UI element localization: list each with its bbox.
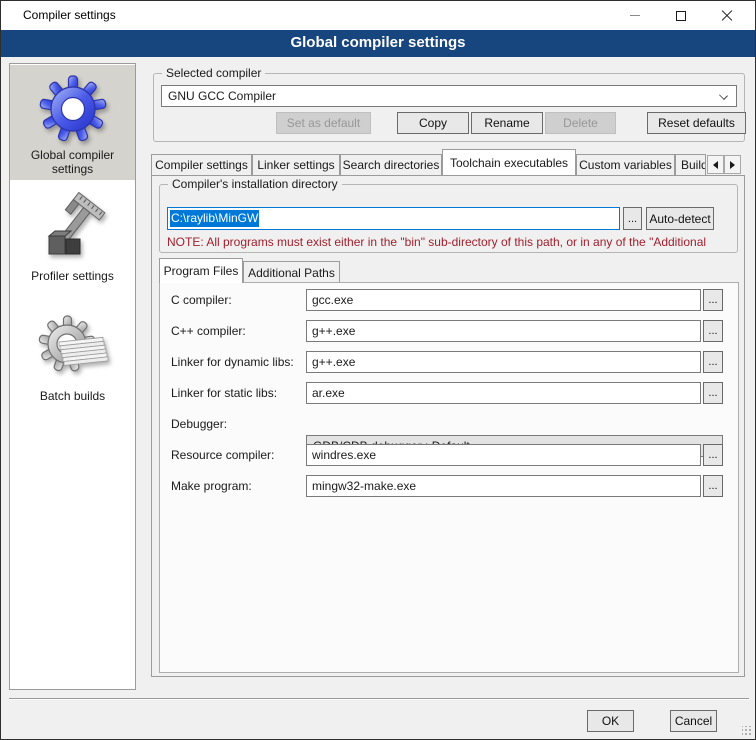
- dialog-header: Global compiler settings: [1, 30, 755, 57]
- sidebar-item-label: Profiler settings: [31, 269, 114, 283]
- rename-button[interactable]: Rename: [471, 112, 543, 134]
- linker-static-value: ar.exe: [312, 386, 345, 400]
- gray-gear-stack-icon: [37, 312, 109, 384]
- subtab-program-files[interactable]: Program Files: [159, 258, 243, 283]
- compiler-select[interactable]: GNU GCC Compiler: [161, 85, 737, 107]
- sidebar-item-batch-builds[interactable]: Batch builds: [10, 308, 135, 428]
- caliper-icon: [37, 192, 109, 264]
- bin-subdirectory-note: NOTE: All programs must exist either in …: [167, 235, 746, 250]
- c-compiler-input[interactable]: gcc.exe: [306, 289, 701, 311]
- window-title: Compiler settings: [23, 1, 116, 30]
- copy-button[interactable]: Copy: [397, 112, 469, 134]
- delete-button[interactable]: Delete: [545, 112, 616, 134]
- minimize-icon: [630, 15, 640, 16]
- resize-grip[interactable]: [742, 726, 752, 736]
- arrow-left-icon: [713, 161, 718, 169]
- tab-build-options[interactable]: Build options: [675, 154, 706, 175]
- installation-directory-browse-button[interactable]: ...: [623, 207, 642, 230]
- set-as-default-button[interactable]: Set as default: [276, 112, 371, 134]
- make-program-browse-button[interactable]: ...: [703, 475, 723, 497]
- make-program-value: mingw32-make.exe: [312, 479, 416, 493]
- resource-compiler-input[interactable]: windres.exe: [306, 444, 701, 466]
- cancel-button[interactable]: Cancel: [670, 710, 717, 732]
- compiler-select-value: GNU GCC Compiler: [168, 89, 276, 103]
- reset-defaults-button[interactable]: Reset defaults: [647, 112, 746, 134]
- c-compiler-browse-button[interactable]: ...: [703, 289, 723, 311]
- auto-detect-button[interactable]: Auto-detect: [646, 207, 714, 230]
- sidebar-item-label: Global compiler settings: [18, 148, 128, 176]
- sidebar-item-global-compiler-settings[interactable]: Global compiler settings: [10, 65, 135, 180]
- arrow-right-icon: [730, 161, 735, 169]
- tab-scroll-right-button[interactable]: [724, 155, 741, 174]
- blue-gear-icon: [37, 71, 109, 143]
- make-program-input[interactable]: mingw32-make.exe: [306, 475, 701, 497]
- minimize-button[interactable]: [612, 1, 658, 30]
- installation-directory-input[interactable]: C:\raylib\MinGW: [167, 207, 620, 230]
- installation-directory-value: C:\raylib\MinGW: [170, 210, 259, 227]
- settings-category-list: Global compiler settings Profi: [9, 63, 136, 690]
- tab-search-directories[interactable]: Search directories: [340, 154, 442, 175]
- close-icon: [721, 10, 733, 22]
- sidebar-item-profiler-settings[interactable]: Profiler settings: [10, 184, 135, 308]
- selected-compiler-legend: Selected compiler: [162, 66, 265, 81]
- cpp-compiler-value: g++.exe: [312, 324, 355, 338]
- tab-toolchain-executables[interactable]: Toolchain executables: [442, 149, 576, 175]
- resource-compiler-browse-button[interactable]: ...: [703, 444, 723, 466]
- tab-compiler-settings[interactable]: Compiler settings: [151, 154, 252, 175]
- chevron-down-icon: [719, 91, 728, 100]
- tab-custom-variables[interactable]: Custom variables: [576, 154, 675, 175]
- c-compiler-label: C compiler:: [171, 292, 232, 308]
- linker-static-label: Linker for static libs:: [171, 385, 277, 401]
- subtab-additional-paths[interactable]: Additional Paths: [243, 261, 340, 283]
- footer-divider: [9, 698, 749, 700]
- ok-button[interactable]: OK: [587, 710, 634, 732]
- linker-dynamic-label: Linker for dynamic libs:: [171, 354, 294, 370]
- debugger-label: Debugger:: [171, 416, 227, 432]
- make-program-label: Make program:: [171, 478, 252, 494]
- linker-static-browse-button[interactable]: ...: [703, 382, 723, 404]
- tab-linker-settings[interactable]: Linker settings: [252, 154, 340, 175]
- linker-static-input[interactable]: ar.exe: [306, 382, 701, 404]
- linker-dynamic-browse-button[interactable]: ...: [703, 351, 723, 373]
- compiler-settings-window: Compiler settings Global compiler settin…: [0, 0, 756, 740]
- maximize-button[interactable]: [658, 1, 704, 30]
- cpp-compiler-input[interactable]: g++.exe: [306, 320, 701, 342]
- resource-compiler-value: windres.exe: [312, 448, 376, 462]
- c-compiler-value: gcc.exe: [312, 293, 353, 307]
- installation-directory-legend: Compiler's installation directory: [168, 177, 342, 192]
- maximize-icon: [676, 11, 686, 21]
- resource-compiler-label: Resource compiler:: [171, 447, 274, 463]
- cpp-compiler-label: C++ compiler:: [171, 323, 246, 339]
- close-button[interactable]: [704, 1, 750, 30]
- linker-dynamic-input[interactable]: g++.exe: [306, 351, 701, 373]
- cpp-compiler-browse-button[interactable]: ...: [703, 320, 723, 342]
- sidebar-item-label: Batch builds: [40, 389, 105, 403]
- tab-scroll-left-button[interactable]: [707, 155, 724, 174]
- linker-dynamic-value: g++.exe: [312, 355, 355, 369]
